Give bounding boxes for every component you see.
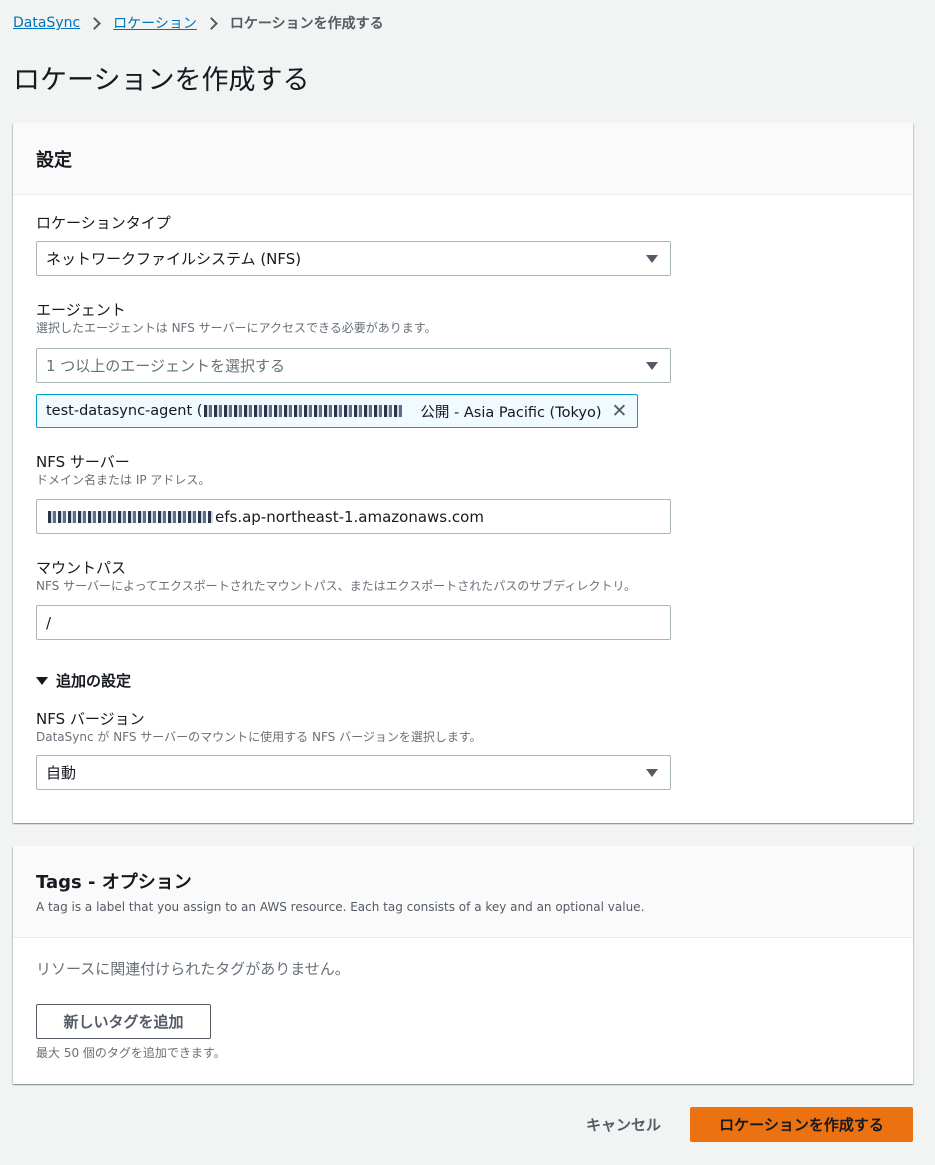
- breadcrumb-link-datasync[interactable]: DataSync: [13, 15, 80, 31]
- cancel-button[interactable]: キャンセル: [586, 1114, 661, 1135]
- chevron-right-icon: [205, 16, 218, 30]
- create-location-button[interactable]: ロケーションを作成する: [690, 1107, 913, 1142]
- nfs-server-input[interactable]: efs.ap-northeast-1.amazonaws.com: [36, 499, 671, 534]
- chevron-right-icon: [88, 16, 102, 30]
- caret-down-icon: [646, 255, 658, 263]
- location-type-value: ネットワークファイルシステム (NFS): [46, 250, 302, 268]
- nfs-server-value: efs.ap-northeast-1.amazonaws.com: [215, 507, 484, 526]
- tags-panel: Tags - オプション A tag is a label that you a…: [13, 846, 913, 1084]
- redacted-agent-id: [204, 405, 405, 417]
- agent-select[interactable]: 1 つ以上のエージェントを選択する: [36, 348, 671, 383]
- settings-panel-title: 設定: [36, 149, 72, 171]
- nfs-server-field: NFS サーバー ドメイン名または IP アドレス。 efs.ap-northe…: [36, 452, 671, 534]
- caret-down-icon: [646, 769, 658, 777]
- tags-empty-text: リソースに関連付けられたタグがありません。: [36, 960, 350, 978]
- agent-field: エージェント 選択したエージェントは NFS サーバーにアクセスできる必要があり…: [36, 300, 671, 428]
- agent-placeholder: 1 つ以上のエージェントを選択する: [46, 357, 286, 375]
- mount-path-description: NFS サーバーによってエクスポートされたマウントパス、またはエクスポートされた…: [36, 579, 636, 593]
- close-icon[interactable]: ✕: [611, 400, 627, 422]
- redacted-server-prefix: [48, 510, 213, 523]
- breadcrumb-link-locations[interactable]: ロケーション: [113, 13, 197, 33]
- nfs-version-field: NFS バージョン DataSync が NFS サーバーのマウントに使用する …: [36, 709, 671, 790]
- settings-panel: 設定 ロケーションタイプ ネットワークファイルシステム (NFS) エージェント…: [13, 123, 913, 823]
- nfs-version-select[interactable]: 自動: [36, 755, 671, 790]
- location-type-label: ロケーションタイプ: [36, 214, 171, 232]
- agent-token-name: test-datasync-agent (: [46, 403, 203, 419]
- breadcrumb-current: ロケーションを作成する: [229, 16, 384, 32]
- tags-panel-title: Tags - オプション: [36, 872, 192, 893]
- agent-token: test-datasync-agent ( 公開 - Asia Pacific …: [36, 394, 638, 428]
- additional-settings-toggle[interactable]: 追加の設定: [36, 670, 131, 691]
- nfs-version-label: NFS バージョン: [36, 710, 145, 728]
- nfs-server-label: NFS サーバー: [36, 453, 130, 471]
- agent-label: エージェント: [36, 301, 126, 319]
- page-title: ロケーションを作成する: [13, 65, 310, 96]
- nfs-version-value: 自動: [46, 764, 77, 782]
- caret-down-icon: [36, 676, 48, 685]
- caret-down-icon: [646, 362, 658, 370]
- nfs-version-description: DataSync が NFS サーバーのマウントに使用する NFS バージョンを…: [36, 730, 482, 744]
- tags-panel-header: Tags - オプション A tag is a label that you a…: [13, 846, 913, 938]
- mount-path-input[interactable]: /: [36, 605, 671, 640]
- mount-path-value: /: [46, 613, 52, 632]
- agent-token-suffix: 公開 - Asia Pacific (Tokyo): [420, 404, 602, 421]
- breadcrumb: DataSync ロケーション ロケーションを作成する: [13, 12, 384, 34]
- location-type-field: ロケーションタイプ ネットワークファイルシステム (NFS): [36, 213, 671, 276]
- mount-path-label: マウントパス: [36, 559, 127, 577]
- mount-path-field: マウントパス NFS サーバーによってエクスポートされたマウントパス、またはエク…: [36, 558, 671, 640]
- nfs-server-description: ドメイン名または IP アドレス。: [36, 473, 211, 487]
- agent-description: 選択したエージェントは NFS サーバーにアクセスできる必要があります。: [36, 321, 437, 335]
- settings-panel-header: 設定: [13, 123, 913, 195]
- tags-limit-text: 最大 50 個のタグを追加できます。: [36, 1046, 226, 1060]
- additional-settings-label: 追加の設定: [56, 672, 132, 690]
- location-type-select[interactable]: ネットワークファイルシステム (NFS): [36, 241, 671, 276]
- tags-panel-description: A tag is a label that you assign to an A…: [36, 900, 645, 914]
- add-tag-button[interactable]: 新しいタグを追加: [36, 1004, 211, 1039]
